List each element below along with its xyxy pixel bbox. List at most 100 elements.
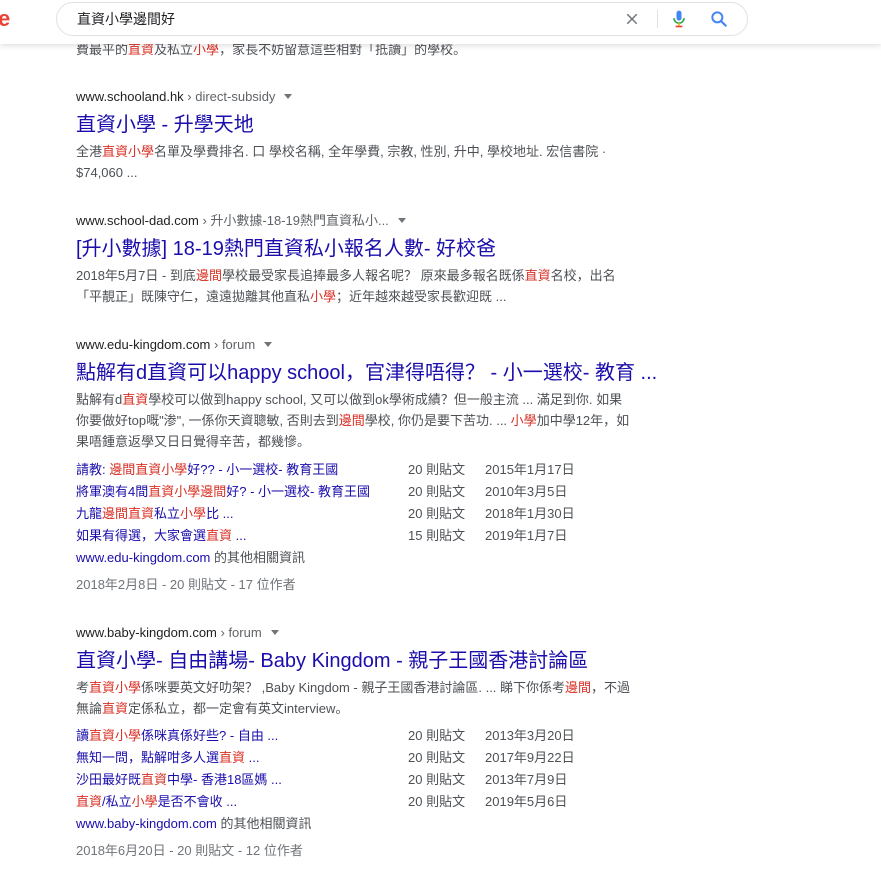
clear-icon[interactable] xyxy=(623,10,641,28)
result-title[interactable]: 直資小學- 自由講場- Baby Kingdom - 親子王國香港討論區 xyxy=(76,648,588,674)
result-meta: 2018年2月8日 - 20 則貼文 - 17 位作者 xyxy=(76,577,296,592)
search-result: www.edu-kingdom.com › forum xyxy=(76,336,273,354)
highlight-text: 直資 xyxy=(219,750,246,765)
post-count: 20 則貼文 xyxy=(408,794,466,809)
text-run: 是否不會收 ... xyxy=(157,794,238,809)
microphone-icon[interactable] xyxy=(669,8,689,30)
result-title[interactable]: 點解有d直資可以happy school，官津得唔得？ - 小一選校- 教育 .… xyxy=(76,360,657,386)
post-count: 20 則貼文 xyxy=(408,728,466,743)
highlight-text: 邊間 xyxy=(195,268,222,283)
text-run: ... xyxy=(232,528,247,543)
sublink[interactable]: 無知一問，點解咁多人選直資 ... xyxy=(76,747,408,769)
highlight-text: 邊間直資小學 xyxy=(109,462,188,477)
snippet-line: 考直資小學係咪要英文好叻架？ ,Baby Kingdom - 親子王國香港討論區… xyxy=(76,677,630,698)
highlight-text: 直資 xyxy=(206,528,233,543)
more-results-link[interactable]: www.edu-kingdom.com xyxy=(76,550,210,565)
snippet-line: $74,060 ... xyxy=(76,162,606,183)
text-run: 「平靚正」既陳守仁，遠遠拋離其他直私 xyxy=(76,289,311,304)
post-count: 20 則貼文 xyxy=(408,462,466,477)
text-run: 名單及學費排名. 口 學校名稱, 全年學費, 宗教, 性別, 升中, 學校地址.… xyxy=(154,144,607,159)
post-date: 2013年3月20日 xyxy=(485,728,575,743)
result-title[interactable]: 直資小學 - 升學天地 xyxy=(76,112,254,138)
result-snippet: 2018年5月7日 - 到底邊間學校最受家長追捧最多人報名呢？ 原來最多報名既係… xyxy=(76,265,616,307)
caret-down-icon[interactable] xyxy=(284,94,293,99)
more-results: www.edu-kingdom.com 的其他相關資訊 xyxy=(76,550,306,565)
result-meta: 2018年6月20日 - 20 則貼文 - 12 位作者 xyxy=(76,843,303,858)
snippet-line: 你要做好top嘅"渗", 一係你天資聰敏, 否則去到邊間學校, 你仍是要下苦功.… xyxy=(76,410,629,431)
sublink-row: 請教: 邊間直資小學好?? - 小一選校- 教育王國 20 則貼文 2015年1月1… xyxy=(76,459,575,481)
text-run: 如果有得選，大家會選 xyxy=(76,528,207,543)
sublink-row: 讀直資小學係咪真係好些? - 自由 ... 20 則貼文 2013年3月20日 xyxy=(76,725,575,747)
post-count: 20 則貼文 xyxy=(408,750,466,765)
post-count: 15 則貼文 xyxy=(408,528,466,543)
highlight-text: 直資小學 xyxy=(89,680,142,695)
text-run: $74,060 ... xyxy=(76,165,138,180)
text-run: 學校最受家長追捧最多人報名呢？ 原來最多報名既係 xyxy=(221,268,525,283)
text-run: 定係私立，都一定會有英文interview。 xyxy=(128,701,349,716)
sublink-row: 九龍邊間直資私立小學比 ... 20 則貼文 2018年1月30日 xyxy=(76,503,575,525)
sublink[interactable]: 將軍澳有4間直資小學邊間好? - 小一選校- 教育王國 xyxy=(76,481,408,503)
post-date: 2019年5月6日 xyxy=(485,794,568,809)
snippet-line: 「平靚正」既陳守仁，遠遠拋離其他直私小學；近年越來越受家長歡迎既 ... xyxy=(76,286,616,307)
text-run: 讀 xyxy=(76,728,90,743)
sublinks-table: 請教: 邊間直資小學好?? - 小一選校- 教育王國 20 則貼文 2015年1月1… xyxy=(76,459,575,547)
search-box[interactable] xyxy=(56,2,748,36)
snippet-line: 點解有d直資學校可以做到happy school, 又可以做到ok學術成績？但一… xyxy=(76,389,629,410)
text-run: 全港 xyxy=(76,144,103,159)
search-result: www.school-dad.com › 升小數據-18-19熱門直資私小... xyxy=(76,212,406,230)
text-run: 係咪真係好些? - 自由 ... xyxy=(141,728,279,743)
sublink[interactable]: 如果有得選，大家會選直資 ... xyxy=(76,525,408,547)
post-date: 2013年7月9日 xyxy=(485,772,568,787)
text-run: 考 xyxy=(76,680,90,695)
sublink-row: 直資/私立小學是否不會收 ... 20 則貼文 2019年5月6日 xyxy=(76,791,575,813)
snippet-line: 無論直資定係私立，都一定會有英文interview。 xyxy=(76,698,630,719)
sublink[interactable]: 九龍邊間直資私立小學比 ... xyxy=(76,503,408,525)
text-run: ，不過 xyxy=(591,680,631,695)
sublinks-table: 讀直資小學係咪真係好些? - 自由 ... 20 則貼文 2013年3月20日 無知一… xyxy=(76,725,575,813)
snippet-line: 全港直資小學名單及學費排名. 口 學校名稱, 全年學費, 宗教, 性別, 升中,… xyxy=(76,141,606,162)
sublink[interactable]: 請教: 邊間直資小學好?? - 小一選校- 教育王國 xyxy=(76,459,408,481)
highlight-text: 直資 xyxy=(122,392,149,407)
more-results-link[interactable]: www.baby-kingdom.com xyxy=(76,816,217,831)
sublink[interactable]: 直資/私立小學是否不會收 ... xyxy=(76,791,408,813)
text-run: 點解有d xyxy=(76,392,123,407)
text-run: 好? - 小一選校- 教育王國 xyxy=(226,484,370,499)
text-run: 係咪要英文好叻架？ ,Baby Kingdom - 親子王國香港討論區. ...… xyxy=(141,680,566,695)
text-run: 2018年5月7日 - 到底 xyxy=(76,268,196,283)
post-date: 2010年3月5日 xyxy=(485,484,568,499)
text-run: 好?? - 小一選校- 教育王國 xyxy=(187,462,339,477)
post-count: 20 則貼文 xyxy=(408,506,466,521)
post-count: 20 則貼文 xyxy=(408,772,466,787)
result-snippet: 考直資小學係咪要英文好叻架？ ,Baby Kingdom - 親子王國香港討論區… xyxy=(76,677,630,719)
more-results: www.baby-kingdom.com 的其他相關資訊 xyxy=(76,816,312,831)
result-title[interactable]: [升小數據] 18-19熱門直資私小報名人數- 好校爸 xyxy=(76,236,496,262)
sublink[interactable]: 沙田最好既直資中學- 香港18區媽 ... xyxy=(76,769,408,791)
post-date: 2017年9月22日 xyxy=(485,750,575,765)
caret-down-icon[interactable] xyxy=(270,630,279,635)
text-run: 將軍澳有4間 xyxy=(76,484,149,499)
search-icon[interactable] xyxy=(709,9,729,29)
text-run: 名校，出名 xyxy=(550,268,616,283)
result-cite[interactable]: www.edu-kingdom.com › forum xyxy=(76,336,273,354)
caret-down-icon[interactable] xyxy=(397,218,406,223)
result-cite[interactable]: www.school-dad.com › 升小數據-18-19熱門直資私小... xyxy=(76,212,406,230)
text-run: 私立 xyxy=(154,506,181,521)
post-date: 2015年1月17日 xyxy=(485,462,575,477)
post-count: 20 則貼文 xyxy=(408,484,466,499)
text-run: ；近年越來越受家長歡迎既 ... xyxy=(336,289,507,304)
result-cite[interactable]: www.baby-kingdom.com › forum xyxy=(76,624,279,642)
highlight-text: 邊間直資 xyxy=(102,506,155,521)
highlight-text: 小學 xyxy=(180,506,207,521)
result-snippet: 全港直資小學名單及學費排名. 口 學校名稱, 全年學費, 宗教, 性別, 升中,… xyxy=(76,141,606,183)
google-logo-fragment[interactable]: e xyxy=(0,6,10,32)
sublink[interactable]: 讀直資小學係咪真係好些? - 自由 ... xyxy=(76,725,408,747)
text-run: 請教: xyxy=(76,462,110,477)
search-input[interactable] xyxy=(77,9,597,29)
highlight-text: 邊間 xyxy=(338,413,365,428)
highlight-text: 直資小學邊間 xyxy=(148,484,227,499)
result-cite[interactable]: www.schooland.hk › direct-subsidy xyxy=(76,88,293,106)
caret-down-icon[interactable] xyxy=(264,342,273,347)
highlight-text: 直資 xyxy=(128,42,155,57)
text-run: 沙田最好既 xyxy=(76,772,142,787)
highlight-text: 小學 xyxy=(510,413,537,428)
